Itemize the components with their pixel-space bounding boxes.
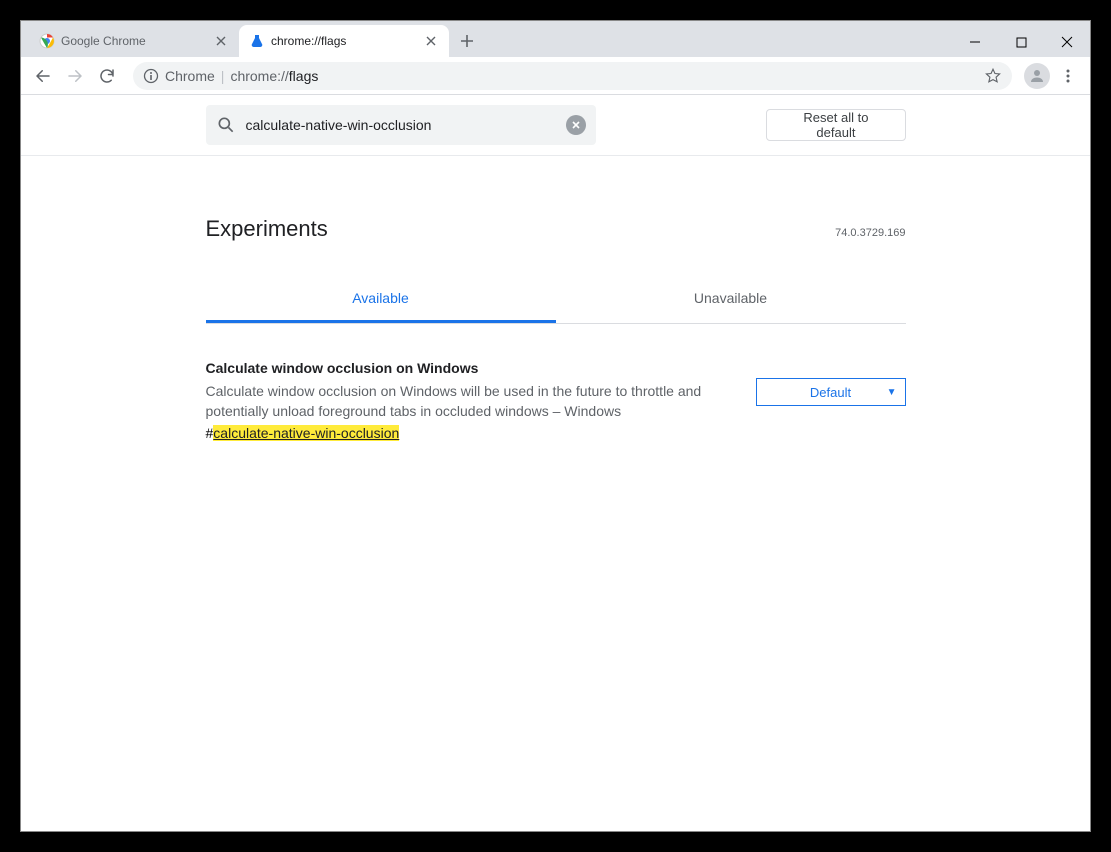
tab-title: chrome://flags [271, 34, 346, 48]
tab-title: Google Chrome [61, 34, 146, 48]
page-content[interactable]: Reset all to default Experiments 74.0.37… [21, 95, 1090, 831]
flags-header: Reset all to default [21, 95, 1090, 156]
omnibox-prefix: Chrome [165, 68, 215, 84]
forward-button [61, 62, 89, 90]
flask-icon [249, 33, 265, 49]
reload-button[interactable] [93, 62, 121, 90]
close-icon[interactable] [423, 33, 439, 49]
new-tab-button[interactable] [453, 27, 481, 55]
search-icon [216, 115, 236, 135]
tab-unavailable[interactable]: Unavailable [556, 276, 906, 323]
omnibox-url: chrome://flags [230, 68, 318, 84]
flag-item: Calculate window occlusion on Windows Ca… [206, 360, 906, 443]
chrome-icon [39, 33, 55, 49]
search-input[interactable] [246, 117, 557, 133]
tab-chrome-flags[interactable]: chrome://flags [239, 25, 449, 57]
tab-available[interactable]: Available [206, 276, 556, 323]
maximize-button[interactable] [998, 27, 1044, 57]
version-label: 74.0.3729.169 [835, 227, 905, 239]
back-button[interactable] [29, 62, 57, 90]
search-wrap [206, 105, 597, 145]
reset-all-button[interactable]: Reset all to default [766, 109, 905, 141]
tabs-row: Google Chrome chrome://flags [21, 21, 481, 57]
browser-window: Google Chrome chrome://flags [20, 20, 1091, 832]
omnibox[interactable]: Chrome | chrome://flags [133, 62, 1012, 90]
flags-body: Experiments 74.0.3729.169 Available Unav… [206, 156, 906, 463]
flags-tabbar: Available Unavailable [206, 276, 906, 324]
info-icon [143, 68, 159, 84]
flag-description: Calculate window occlusion on Windows wi… [206, 382, 736, 421]
flag-select[interactable]: Default [756, 378, 906, 406]
flag-anchor-link[interactable]: #calculate-native-win-occlusion [206, 425, 400, 441]
tab-google-chrome[interactable]: Google Chrome [29, 25, 239, 57]
flag-title: Calculate window occlusion on Windows [206, 360, 736, 376]
kebab-menu-icon[interactable] [1054, 62, 1082, 90]
minimize-button[interactable] [952, 27, 998, 57]
bookmark-star-icon[interactable] [984, 67, 1002, 85]
flag-select-value: Default [810, 385, 851, 400]
page-title: Experiments [206, 216, 328, 242]
clear-search-icon[interactable] [566, 115, 586, 135]
omnibox-separator: | [221, 68, 225, 84]
close-window-button[interactable] [1044, 27, 1090, 57]
toolbar: Chrome | chrome://flags [21, 57, 1090, 95]
titlebar: Google Chrome chrome://flags [21, 21, 1090, 57]
profile-avatar[interactable] [1024, 63, 1050, 89]
window-controls [952, 27, 1090, 57]
close-icon[interactable] [213, 33, 229, 49]
